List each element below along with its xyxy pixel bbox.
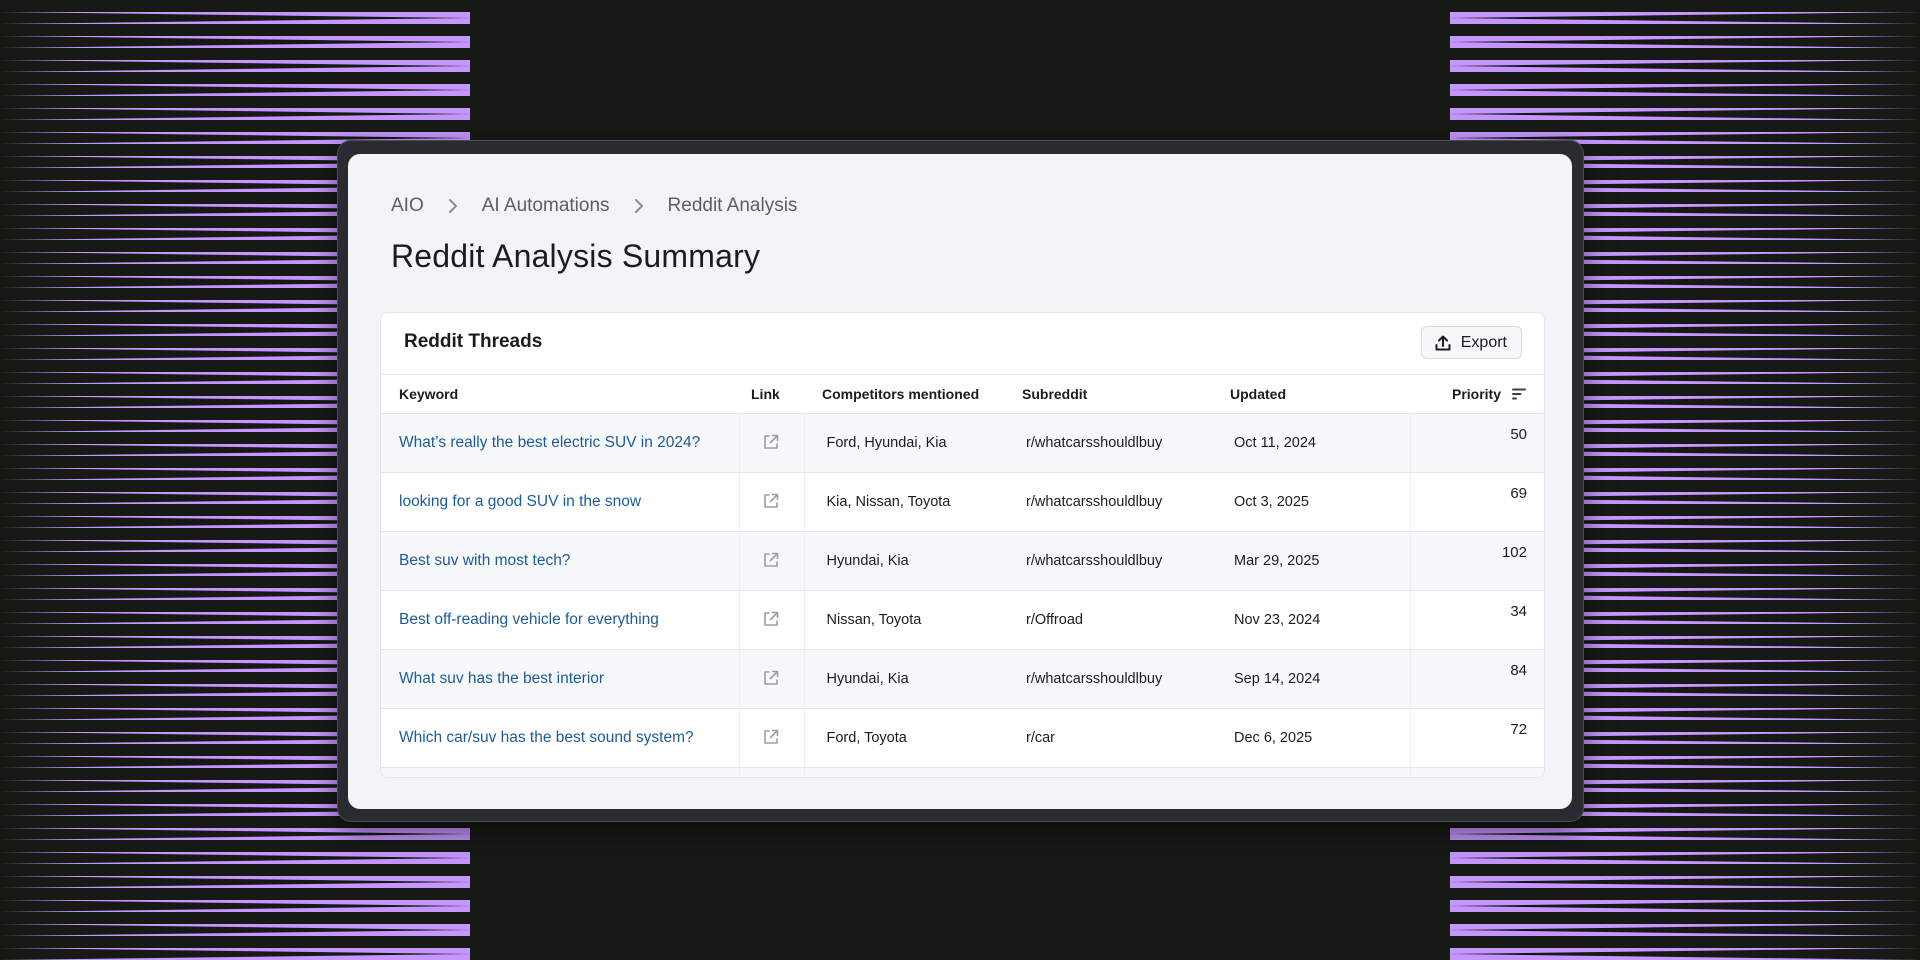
priority-cell: 50: [1409, 413, 1544, 473]
priority-cell: 84: [1409, 649, 1544, 709]
column-header-keyword[interactable]: Keyword: [381, 375, 739, 414]
card-header: Reddit Threads Export: [381, 313, 1544, 375]
priority-cell: 34: [1409, 590, 1544, 650]
column-header-priority[interactable]: Priority: [1410, 375, 1544, 414]
updated-cell: Oct 3, 2025: [1220, 472, 1410, 532]
breadcrumb: AIO AI Automations Reddit Analysis: [391, 192, 797, 220]
subreddit-cell: r/car: [1012, 708, 1220, 768]
updated-cell: Sep 14, 2024: [1220, 649, 1410, 709]
competitors-cell: Nissan, Toyota: [804, 590, 1012, 650]
keyword-link[interactable]: Which car/suv has the best sound system?: [381, 708, 739, 768]
keyword-link[interactable]: What car manufacturer offers complete se…: [381, 767, 739, 777]
keyword-link[interactable]: Best off-reading vehicle for everything: [381, 590, 739, 650]
subreddit-cell: r/whatcarsshouldlbuy: [1012, 649, 1220, 709]
competitors-cell: Hyundai, Kia: [804, 531, 1012, 591]
table-row: Best off-reading vehicle for everything …: [381, 590, 1544, 650]
keyword-link[interactable]: What suv has the best interior: [381, 649, 739, 709]
table-row: Best suv with most tech? Hyundai, Kia r/…: [381, 531, 1544, 591]
external-link-icon[interactable]: [762, 728, 780, 746]
link-cell: [738, 472, 805, 532]
updated-cell: Sep 21, 2023: [1220, 767, 1410, 777]
breadcrumb-item-aio[interactable]: AIO: [391, 195, 424, 217]
sort-icon[interactable]: [1511, 387, 1527, 401]
link-cell: [738, 708, 805, 768]
competitors-cell: Ford, Hyundai, Kia: [804, 413, 1012, 473]
reddit-threads-card: Reddit Threads Export Keyword Link Compe…: [380, 312, 1545, 778]
breadcrumb-item-reddit-analysis[interactable]: Reddit Analysis: [668, 195, 798, 217]
external-link-icon[interactable]: [762, 610, 780, 628]
link-cell: [738, 531, 805, 591]
link-cell: [738, 590, 805, 650]
subreddit-cell: r/whatcarsshouldlbuy: [1012, 472, 1220, 532]
keyword-link[interactable]: Best suv with most tech?: [381, 531, 739, 591]
external-link-icon[interactable]: [762, 492, 780, 510]
column-header-updated[interactable]: Updated: [1220, 375, 1410, 414]
page-title: Reddit Analysis Summary: [391, 238, 761, 274]
table-row: What suv has the best interior Hyundai, …: [381, 649, 1544, 709]
link-cell: [738, 767, 805, 777]
priority-header-label: Priority: [1451, 386, 1501, 402]
link-cell: [738, 649, 805, 709]
column-header-link[interactable]: Link: [739, 375, 804, 414]
app-window: AIO AI Automations Reddit Analysis Reddi…: [348, 154, 1572, 809]
competitors-cell: Ford: [804, 767, 1012, 777]
threads-table: Keyword Link Competitors mentioned Subre…: [381, 375, 1544, 777]
updated-cell: Mar 29, 2025: [1220, 531, 1410, 591]
priority-cell: 14: [1409, 767, 1544, 777]
table-row: What car manufacturer offers complete se…: [381, 767, 1544, 777]
export-button-label: Export: [1460, 333, 1507, 351]
competitors-cell: Ford, Toyota: [804, 708, 1012, 768]
external-link-icon[interactable]: [762, 551, 780, 569]
upload-icon: [1435, 335, 1451, 350]
updated-cell: Nov 23, 2024: [1220, 590, 1410, 650]
subreddit-cell: r/whatcarsshouldlbuy: [1012, 531, 1220, 591]
column-header-subreddit[interactable]: Subreddit: [1012, 375, 1220, 414]
subreddit-cell: r/whatcarsshouldlbuy: [1012, 767, 1220, 777]
competitors-cell: Hyundai, Kia: [804, 649, 1012, 709]
priority-cell: 102: [1409, 531, 1544, 591]
table-row: Which car/suv has the best sound system?…: [381, 708, 1544, 768]
external-link-icon[interactable]: [762, 433, 780, 451]
priority-cell: 72: [1409, 708, 1544, 768]
column-header-competitors[interactable]: Competitors mentioned: [804, 375, 1012, 414]
link-cell: [738, 413, 805, 473]
priority-cell: 69: [1409, 472, 1544, 532]
competitors-cell: Kia, Nissan, Toyota: [804, 472, 1012, 532]
subreddit-cell: r/whatcarsshouldlbuy: [1012, 413, 1220, 473]
export-button[interactable]: Export: [1420, 326, 1522, 359]
card-title: Reddit Threads: [404, 331, 543, 352]
updated-cell: Dec 6, 2025: [1220, 708, 1410, 768]
table-row: looking for a good SUV in the snow Kia, …: [381, 472, 1544, 532]
external-link-icon[interactable]: [762, 669, 780, 687]
subreddit-cell: r/Offroad: [1012, 590, 1220, 650]
breadcrumb-item-ai-automations[interactable]: AI Automations: [482, 195, 610, 217]
keyword-link[interactable]: looking for a good SUV in the snow: [381, 472, 739, 532]
table-row: What’s really the best electric SUV in 2…: [381, 413, 1544, 473]
chevron-right-icon: [634, 199, 643, 213]
keyword-link[interactable]: What’s really the best electric SUV in 2…: [381, 413, 739, 473]
chevron-right-icon: [448, 199, 457, 213]
table-header-row: Keyword Link Competitors mentioned Subre…: [381, 375, 1544, 414]
updated-cell: Oct 11, 2024: [1220, 413, 1410, 473]
